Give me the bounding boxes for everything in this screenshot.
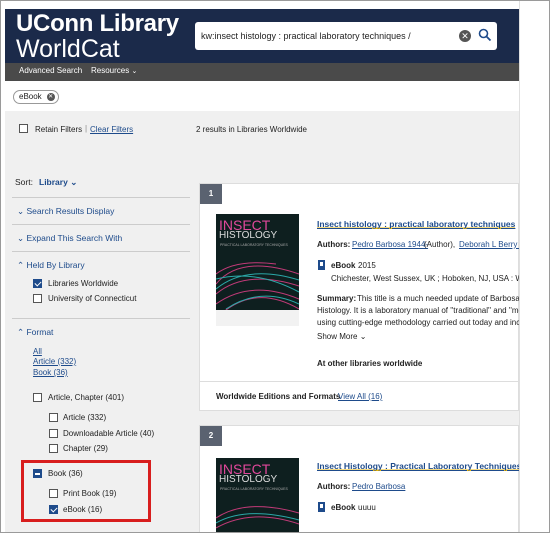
uconn-checkbox[interactable] — [33, 294, 42, 303]
result-number: 2 — [200, 426, 222, 446]
results-area: 1 INSECT HISTOLOGY PRACTICAL LABORATORY … — [195, 151, 535, 532]
highlight-box — [21, 460, 151, 522]
retain-filters-checkbox[interactable] — [19, 124, 28, 133]
format-link-all[interactable]: All — [33, 347, 42, 356]
section-label: Search Results Display — [26, 206, 115, 216]
cover-subtitle: PRACTICAL LABORATORY TECHNIQUES — [220, 243, 288, 247]
search-icon[interactable] — [478, 28, 492, 42]
year-label: uuuu — [358, 503, 376, 512]
article-checkbox[interactable] — [49, 413, 58, 422]
section-label: Held By Library — [26, 260, 85, 270]
summary-line-3: using cutting-edge methodology carried o… — [317, 318, 527, 327]
book-cover[interactable]: INSECT HISTOLOGY PRACTICAL LABORATORY TE… — [216, 458, 299, 532]
ebook-icon — [318, 260, 325, 270]
section-search-results-display[interactable]: ⌄ Search Results Display — [17, 206, 114, 217]
title-text: Insect histology : practical laboratory … — [317, 219, 516, 229]
summary-label: Summary: — [317, 294, 357, 303]
scrollbar-area — [519, 1, 549, 532]
show-more-toggle[interactable]: Show More ⌄ — [317, 332, 366, 341]
author-link-1[interactable]: Pedro Barbosa 1944- — [352, 240, 428, 249]
divider — [12, 197, 190, 198]
clear-search-icon[interactable]: ✕ — [459, 30, 471, 42]
libraries-worldwide-checkbox[interactable] — [33, 279, 42, 288]
view-all-link[interactable]: View All (16) — [338, 392, 382, 401]
sort-dropdown[interactable]: Library ⌄ — [39, 177, 77, 188]
article-chapter-checkbox[interactable] — [33, 393, 42, 402]
page-frame: UConn Library WorldCat ✕ Advanced Search… — [0, 0, 550, 533]
result-title-link[interactable]: Insect histology : practical laboratory … — [317, 219, 516, 229]
result-card-1: 1 INSECT HISTOLOGY PRACTICAL LABORATORY … — [199, 183, 535, 411]
authors-label: Authors: — [317, 240, 351, 249]
results-count: 2 results in Libraries Worldwide — [196, 125, 308, 134]
divider — [200, 381, 520, 382]
chevron-down-icon: ⌄ — [359, 332, 367, 341]
uconn-label: University of Connecticut — [48, 294, 137, 303]
result-card-2: 2 INSECT HISTOLOGY PRACTICAL LABORATORY … — [199, 425, 522, 532]
result-title-link[interactable]: Insect Histology : Practical Laboratory … — [317, 461, 522, 471]
divider — [12, 318, 190, 319]
result-number: 1 — [200, 184, 222, 204]
cover-title-2: HISTOLOGY — [219, 474, 278, 485]
article-chapter-label: Article, Chapter (401) — [48, 393, 125, 402]
show-more-label: Show More — [317, 332, 358, 341]
section-format[interactable]: ⌃ Format — [17, 327, 53, 338]
chevron-down-icon: ⌄ — [70, 177, 78, 187]
title-text: Insect Histology : Practical Laboratory … — [317, 461, 522, 471]
advanced-search-link[interactable]: Advanced Search — [19, 66, 82, 75]
format-label: eBook — [331, 261, 356, 270]
cover-title-2: HISTOLOGY — [219, 230, 278, 241]
chip-label: eBook — [19, 92, 42, 101]
format-link-article[interactable]: Article (332) — [33, 357, 76, 366]
ebook-icon — [318, 502, 325, 512]
book-cover[interactable]: INSECT HISTOLOGY PRACTICAL LABORATORY TE… — [216, 214, 299, 326]
search-input[interactable] — [201, 22, 453, 50]
article-label: Article (332) — [63, 413, 107, 422]
summary-line-2: Histology. It is a laboratory manual of … — [317, 306, 524, 315]
chapter-label: Chapter (29) — [63, 444, 108, 453]
section-expand-search[interactable]: ⌄ Expand This Search With — [17, 233, 122, 244]
sort-label: Sort: — [15, 177, 33, 187]
editions-label: Worldwide Editions and Formats — [216, 392, 341, 401]
sort-value: Library — [39, 177, 68, 187]
publisher-label: Chichester, West Sussex, UK ; Hoboken, N… — [331, 274, 535, 283]
authors-label: Authors: — [317, 482, 351, 491]
divider — [12, 251, 190, 252]
section-held-by-library[interactable]: ⌃ Held By Library — [17, 260, 85, 271]
format-label: eBook — [331, 503, 356, 512]
downloadable-article-label: Downloadable Article (40) — [63, 429, 155, 438]
divider-bar: | — [85, 124, 88, 133]
search-box: ✕ — [195, 22, 497, 50]
worldcat-logo[interactable]: WorldCat — [16, 35, 120, 63]
retain-filters-label: Retain Filters — [35, 125, 83, 134]
cover-subtitle: PRACTICAL LABORATORY TECHNIQUES — [220, 487, 288, 491]
resources-menu[interactable]: Resources ⌄ — [91, 66, 137, 75]
chevron-down-icon: ⌄ — [131, 68, 138, 75]
divider — [12, 224, 190, 225]
chapter-checkbox[interactable] — [49, 444, 58, 453]
filter-chip-ebook[interactable]: eBook ✕ — [13, 90, 59, 104]
libraries-worldwide-label: Libraries Worldwide — [48, 279, 119, 288]
summary-line-1: This title is a much needed update of Ba… — [357, 294, 527, 303]
other-libraries-label: At other libraries worldwide — [317, 359, 423, 368]
remove-chip-icon[interactable]: ✕ — [46, 93, 55, 101]
library-logo[interactable]: UConn Library — [16, 10, 179, 38]
year-label: 2015 — [358, 261, 376, 270]
section-label: Format — [26, 327, 54, 337]
author-role: (Author), — [424, 240, 456, 249]
author-link-1[interactable]: Pedro Barbosa — [352, 482, 405, 491]
clear-filters-link[interactable]: Clear Filters — [90, 125, 133, 134]
downloadable-article-checkbox[interactable] — [49, 429, 58, 438]
header: UConn Library WorldCat ✕ Advanced Search… — [5, 9, 519, 81]
section-label: Expand This Search With — [26, 233, 123, 243]
filter-bar: Retain Filters | Clear Filters 2 results… — [5, 111, 519, 151]
resources-label: Resources — [91, 66, 130, 75]
nav-bar: Advanced Search Resources ⌄ — [5, 63, 519, 81]
author-link-2[interactable]: Deborah L Berry 1 — [459, 240, 524, 249]
format-link-book[interactable]: Book (36) — [33, 368, 68, 377]
